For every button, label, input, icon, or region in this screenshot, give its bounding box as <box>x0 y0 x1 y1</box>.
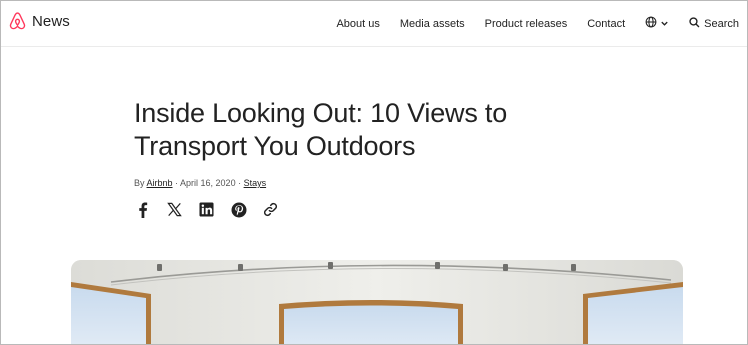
brand-label: News <box>32 12 70 30</box>
linkedin-icon <box>199 202 214 217</box>
category-link[interactable]: Stays <box>244 178 267 188</box>
x-icon <box>167 202 182 217</box>
share-facebook-button[interactable] <box>134 201 151 218</box>
copy-link-button[interactable] <box>262 201 279 218</box>
search-label: Search <box>704 18 739 30</box>
article-title: Inside Looking Out: 10 Views to Transpor… <box>134 98 508 161</box>
language-selector[interactable] <box>645 15 669 33</box>
byline-date: · April 16, 2020 · <box>172 178 244 188</box>
article-byline: By Airbnb · April 16, 2020 · Stays <box>134 178 266 188</box>
airbnb-logo-icon <box>9 12 26 30</box>
search-icon <box>689 17 700 31</box>
pinterest-icon <box>231 202 247 218</box>
facebook-icon <box>138 202 148 218</box>
nav-media-assets[interactable]: Media assets <box>400 18 465 30</box>
share-bar <box>134 201 294 218</box>
browser-viewport: News About us Media assets Product relea… <box>0 0 748 345</box>
globe-icon <box>645 15 657 33</box>
main-nav: About us Media assets Product releases C… <box>336 1 739 47</box>
nav-product-releases[interactable]: Product releases <box>485 18 568 30</box>
author-link[interactable]: Airbnb <box>147 178 173 188</box>
share-x-button[interactable] <box>166 201 183 218</box>
share-linkedin-button[interactable] <box>198 201 215 218</box>
chevron-down-icon <box>660 15 669 33</box>
hero-image <box>71 260 683 344</box>
search-button[interactable]: Search <box>689 17 739 31</box>
brand-home-link[interactable]: News <box>9 12 70 30</box>
site-header: News About us Media assets Product relea… <box>1 1 747 47</box>
nav-contact[interactable]: Contact <box>587 18 625 30</box>
share-pinterest-button[interactable] <box>230 201 247 218</box>
byline-by: By <box>134 178 147 188</box>
nav-about-us[interactable]: About us <box>336 18 379 30</box>
link-icon <box>263 202 278 217</box>
